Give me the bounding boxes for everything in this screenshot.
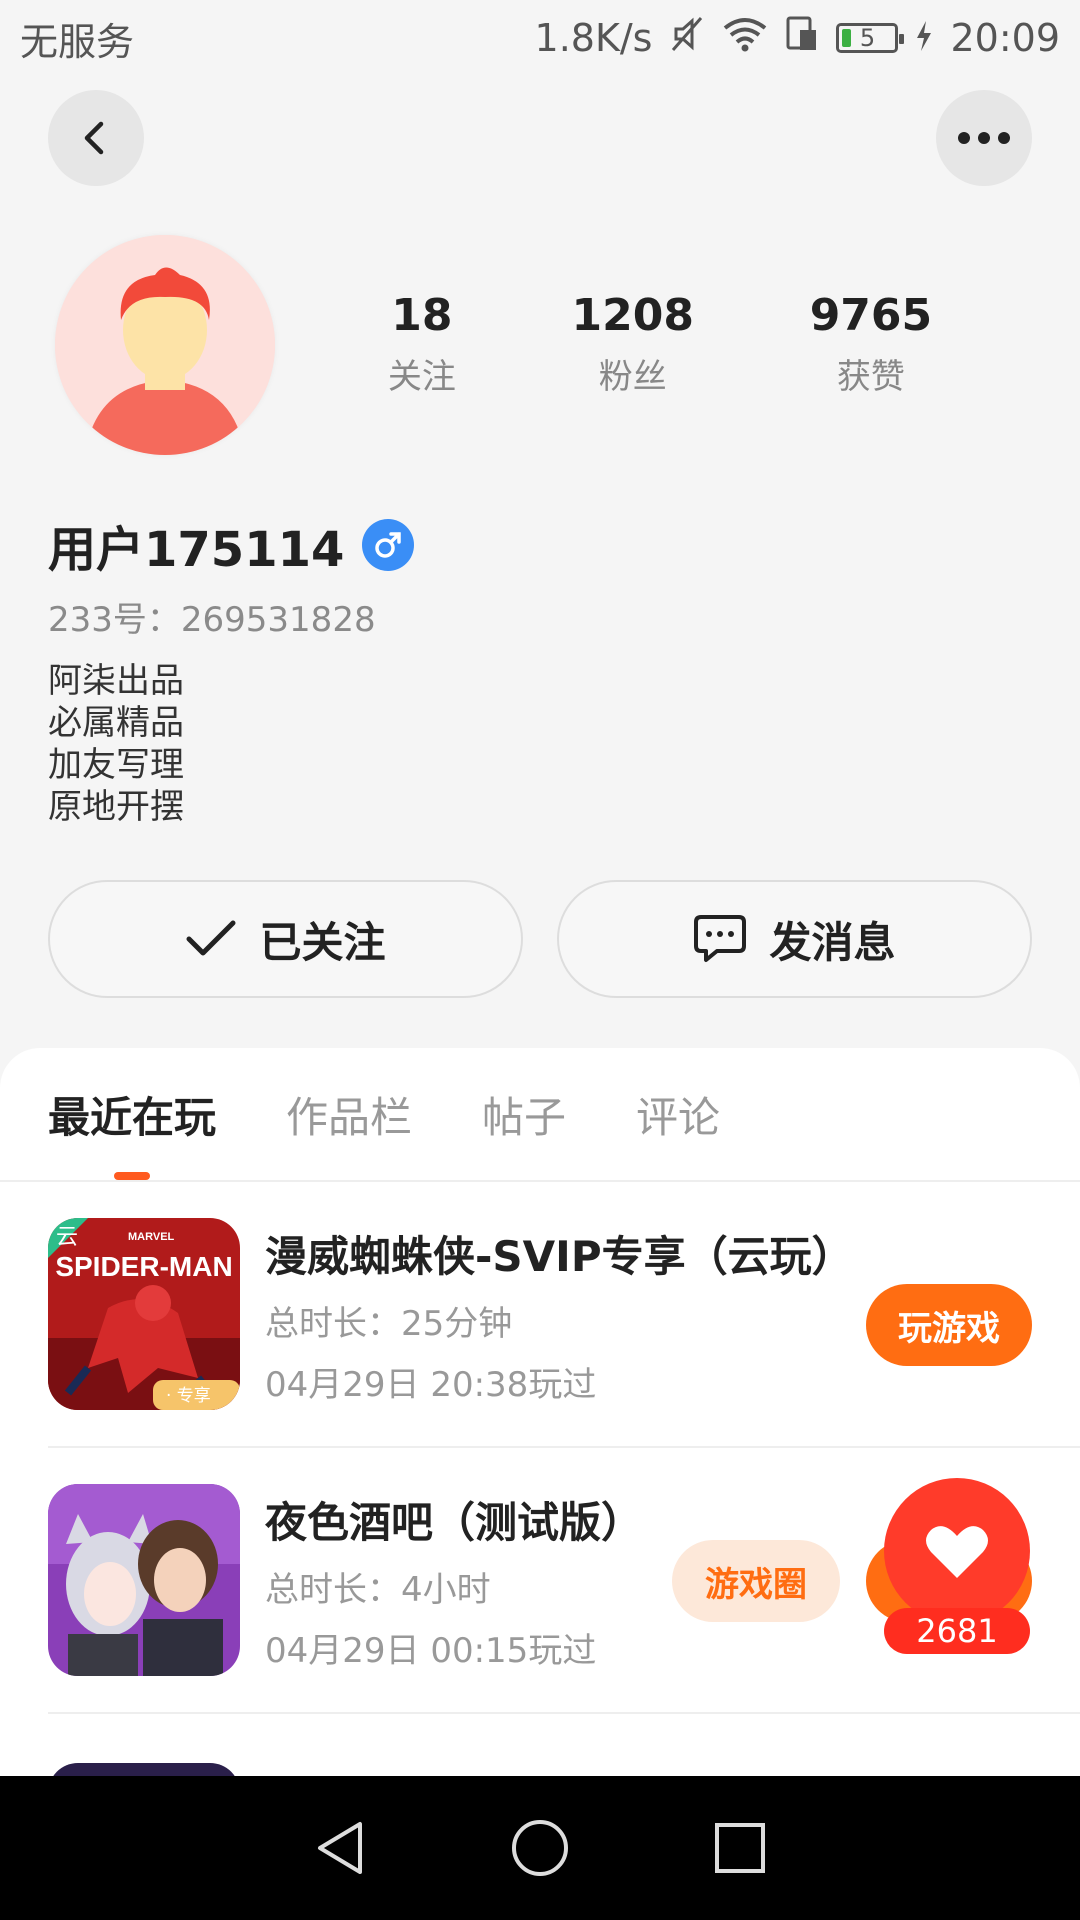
chevron-left-icon [84, 121, 104, 155]
triangle-back-icon [318, 1822, 362, 1874]
game-list-item[interactable]: 夜色酒吧（测试版） 总时长：4小时 04月29日 00:15玩过 游戏圈 268… [48, 1448, 1080, 1714]
play-game-button[interactable]: 玩游戏 [866, 1284, 1032, 1366]
nav-recents-button[interactable] [710, 1818, 770, 1878]
battery-icon: 5 [836, 23, 905, 53]
send-message-label: 发消息 [769, 917, 896, 967]
active-tab-indicator [114, 1172, 150, 1180]
tab-works[interactable]: 作品栏 [286, 1084, 412, 1145]
stat-label: 粉丝 [598, 357, 667, 397]
like-badge[interactable]: 2681 [884, 1478, 1030, 1654]
stat-following[interactable]: 18 关注 [388, 290, 456, 398]
chat-icon [694, 915, 747, 962]
nav-home-button[interactable] [510, 1818, 570, 1878]
circle-home-icon [512, 1820, 568, 1876]
sim-icon [786, 16, 818, 61]
profile-tabs: 最近在玩 作品栏 帖子 评论 [0, 1048, 1080, 1182]
username: 用户175114 [48, 522, 345, 578]
content-panel: 最近在玩 作品栏 帖子 评论 云 MARVEL SPIDER-MAN · 专享 … [0, 1048, 1080, 1778]
bio-line: 必属精品 [48, 703, 184, 743]
bio-line: 原地开摆 [48, 787, 184, 827]
clock: 20:09 [950, 16, 1060, 60]
wifi-icon [722, 16, 768, 61]
default-avatar-icon [55, 235, 275, 455]
username-row: 用户175114 [48, 510, 415, 580]
user-id: 233号：269531828 [48, 600, 376, 640]
stat-value: 9765 [809, 290, 933, 341]
profile-screen: 无服务 1.8K/s 5 20:09 18 关注 1208 粉丝 9765 获赞… [0, 0, 1080, 1920]
user-bio: 阿柒出品 必属精品 加友写理 原地开摆 [48, 660, 184, 828]
stat-followers[interactable]: 1208 粉丝 [572, 290, 694, 398]
check-icon [186, 920, 236, 956]
followed-label: 已关注 [259, 917, 386, 967]
more-button[interactable] [936, 90, 1032, 186]
square-recents-icon [715, 1823, 765, 1873]
icon-title: SPIDER-MAN [55, 1251, 232, 1282]
mute-icon [670, 15, 704, 62]
tab-recently-played[interactable]: 最近在玩 [48, 1084, 216, 1145]
tab-posts[interactable]: 帖子 [482, 1084, 566, 1145]
male-gender-icon [362, 519, 415, 571]
stat-label: 关注 [387, 357, 456, 397]
like-circle [884, 1478, 1030, 1624]
stat-likes[interactable]: 9765 获赞 [810, 290, 932, 398]
more-icon [958, 132, 1010, 144]
bio-line: 阿柒出品 [48, 661, 184, 701]
stat-value: 1208 [571, 290, 694, 341]
battery-level: 5 [859, 24, 876, 52]
status-icons: 1.8K/s 5 20:09 [535, 15, 1060, 62]
system-navigation-bar [0, 1776, 1080, 1920]
avatar[interactable] [55, 235, 275, 455]
spider-man-game-icon: 云 MARVEL SPIDER-MAN · 专享 [48, 1218, 240, 1410]
game-circle-button[interactable]: 游戏圈 [672, 1540, 840, 1622]
nav-back-button[interactable] [310, 1818, 370, 1878]
bio-line: 加友写理 [48, 745, 184, 785]
like-count: 2681 [884, 1608, 1030, 1654]
back-button[interactable] [48, 90, 144, 186]
heart-icon [926, 1526, 988, 1578]
send-message-button[interactable]: 发消息 [557, 880, 1032, 998]
brand-text: MARVEL [128, 1231, 175, 1243]
svip-corner: · 专享 [166, 1386, 211, 1406]
stat-value: 18 [391, 290, 453, 341]
status-bar: 无服务 1.8K/s 5 20:09 [0, 0, 1080, 76]
cloud-badge: 云 [56, 1225, 78, 1250]
carrier-text: 无服务 [20, 19, 135, 64]
charging-icon [916, 16, 932, 60]
night-bar-game-icon [48, 1484, 240, 1676]
tab-comments[interactable]: 评论 [636, 1084, 720, 1145]
followed-button[interactable]: 已关注 [48, 880, 523, 998]
game-title: 漫威蜘蛛侠-SVIP专享（云玩） [265, 1231, 854, 1281]
stat-label: 获赞 [836, 357, 905, 397]
profile-stats: 18 关注 1208 粉丝 9765 获赞 [330, 290, 990, 398]
net-speed: 1.8K/s [534, 16, 653, 60]
game-list-item[interactable]: 云 MARVEL SPIDER-MAN · 专享 漫威蜘蛛侠-SVIP专享（云玩… [48, 1182, 1080, 1448]
